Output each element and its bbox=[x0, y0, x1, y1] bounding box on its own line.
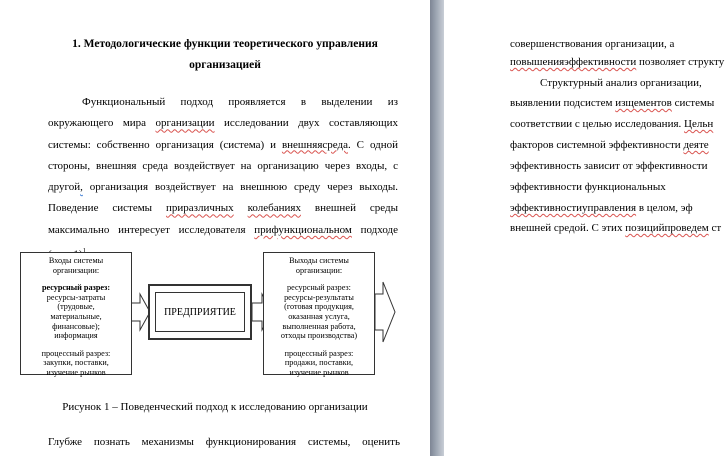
enterprise-label: ПРЕДПРИЯТИЕ bbox=[155, 292, 245, 332]
text-line: внешней средой. С этих позицийпроведем с… bbox=[510, 222, 722, 234]
outputs-box: Выходы системы организации: ресурсный ра… bbox=[263, 252, 375, 377]
enterprise-box: ПРЕДПРИЯТИЕ bbox=[148, 284, 252, 340]
spelling-error-word[interactable]: повышенияэффективности bbox=[510, 56, 636, 68]
page-gap bbox=[430, 0, 444, 456]
spelling-error-word[interactable]: деяте bbox=[683, 139, 708, 151]
figure-caption: Рисунок 1 – Поведенческий подход к иссле… bbox=[62, 401, 368, 413]
text-line: Структурный анализ организации, bbox=[540, 77, 702, 89]
paragraph-functional-approach: Функциональный подход проявляется в выде… bbox=[48, 92, 398, 266]
spelling-error-word[interactable]: колебаниях bbox=[248, 202, 301, 214]
text-line: эффективностиуправления в целом, эф bbox=[510, 202, 693, 214]
paragraph-next: Глубже познать механизмы функционировани… bbox=[48, 436, 400, 448]
spelling-error-word[interactable]: изщементов bbox=[615, 97, 672, 109]
spelling-error-word[interactable]: внешняясреда bbox=[282, 139, 348, 151]
spelling-error-word[interactable]: прифункциональном bbox=[254, 224, 352, 236]
spelling-error-word[interactable]: позицийпроведем bbox=[625, 222, 708, 234]
inputs-box: Входы системы организации: ресурсный раз… bbox=[20, 252, 132, 377]
text-line: эффективности функциональных bbox=[510, 181, 666, 193]
text-line: эффективность зависит от эффективности bbox=[510, 160, 708, 172]
text-line: совершенствования организации, а bbox=[510, 38, 675, 50]
behavioral-approach-diagram: Входы системы организации: ресурсный раз… bbox=[20, 250, 400, 400]
section-heading-line1: 1. Методологические функции теоретическо… bbox=[72, 38, 378, 50]
document-page-left: 1. Методологические функции теоретическо… bbox=[0, 0, 430, 456]
spelling-error-word[interactable]: приразличных bbox=[166, 202, 234, 214]
document-page-right: совершенствования организации, а повышен… bbox=[444, 0, 726, 456]
text-line: выявлении подсистем изщементов системы bbox=[510, 97, 715, 109]
spelling-error-word[interactable]: Цельн bbox=[684, 118, 713, 130]
section-heading-line2: организацией bbox=[189, 59, 261, 71]
arrow-to-center-icon bbox=[129, 292, 151, 332]
text-line: факторов системной эффективности деяте bbox=[510, 139, 709, 151]
text-line: соответствии с целью исследования. Цельн bbox=[510, 118, 714, 130]
spelling-error-word[interactable]: эффективностиуправления bbox=[510, 202, 636, 214]
text-line: повышенияэффективности позволяет структу bbox=[510, 56, 725, 68]
spelling-error-word[interactable]: организации bbox=[156, 117, 215, 129]
arrow-outgoing-icon bbox=[374, 281, 396, 343]
